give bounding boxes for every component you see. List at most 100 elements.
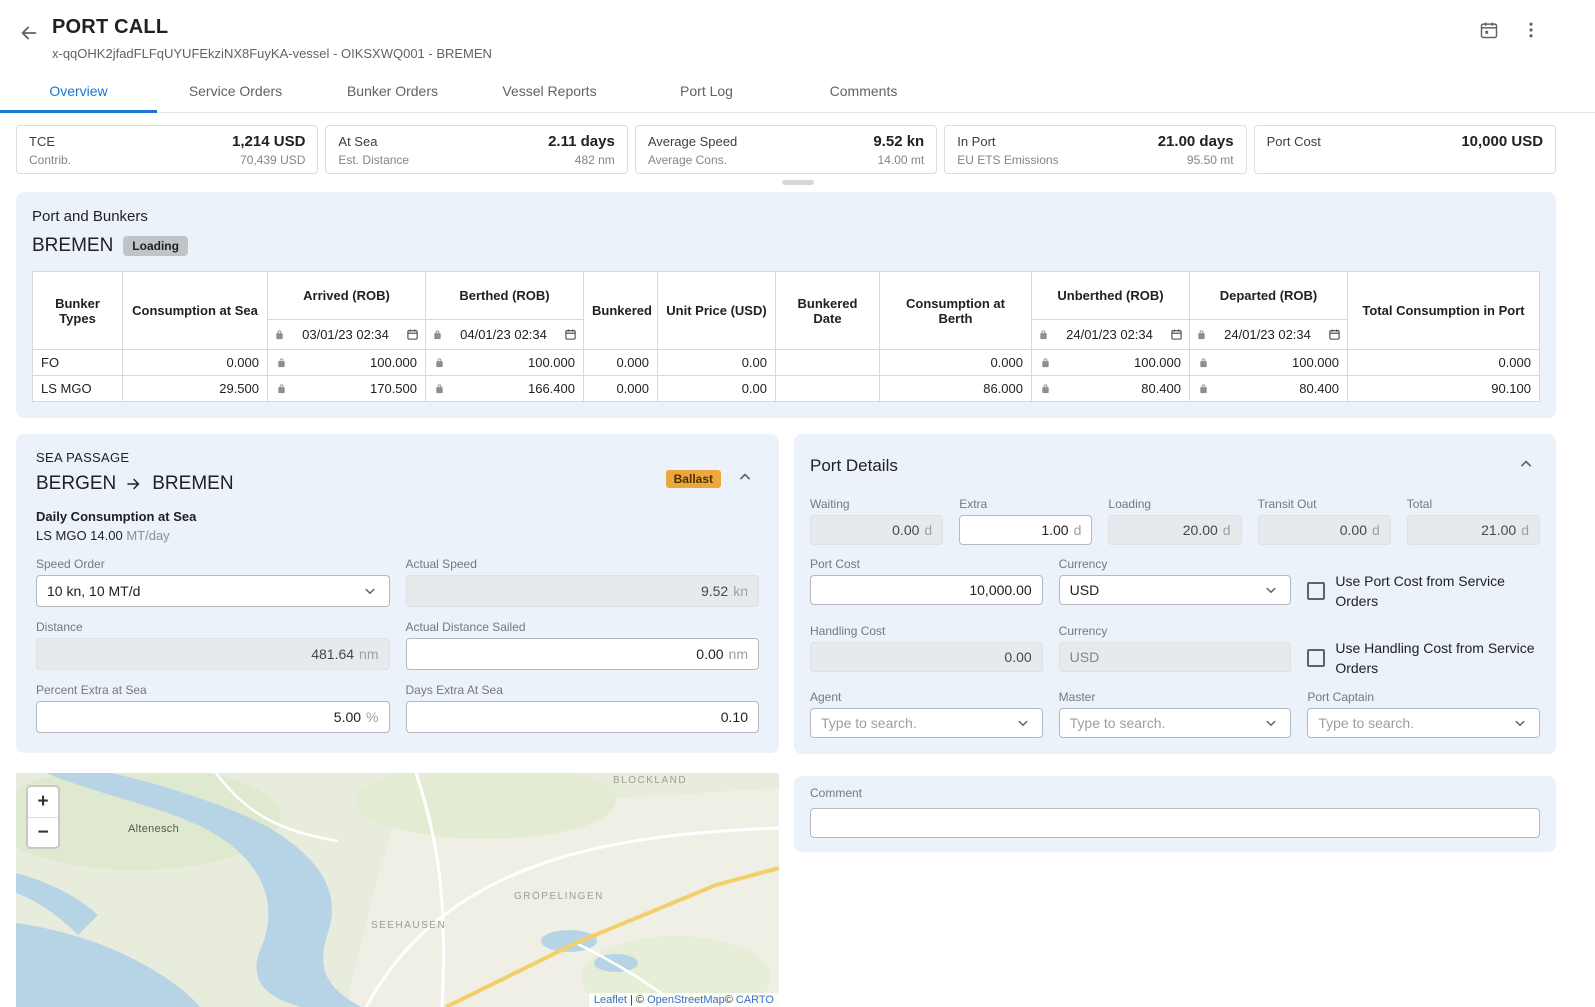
tab-bar: Overview Service Orders Bunker Orders Ve…: [0, 71, 1595, 113]
unberthed-rob-cell[interactable]: 80.400: [1032, 376, 1190, 402]
lock-icon[interactable]: [1198, 357, 1209, 368]
arrived-rob-cell[interactable]: 170.500: [268, 376, 426, 402]
cell-value: 80.400: [1299, 381, 1339, 396]
leaflet-link[interactable]: Leaflet: [594, 994, 627, 1006]
berthed-date: 04/01/23 02:34: [447, 327, 560, 342]
collapse-port-details-button[interactable]: [1512, 450, 1540, 481]
calendar-button[interactable]: [1475, 16, 1503, 47]
port-details-section: Port Details Waiting 0.00d Extra 1.00d L…: [794, 434, 1556, 754]
waiting-field: Waiting 0.00d: [810, 497, 943, 545]
lock-icon[interactable]: [1040, 383, 1051, 394]
bunkered-date-cell[interactable]: [776, 350, 880, 376]
agent-select[interactable]: [810, 708, 1043, 738]
col-bunkered-date: Bunkered Date: [776, 272, 880, 350]
total-consumption-cell[interactable]: 0.000: [1348, 350, 1540, 376]
berthed-rob-cell[interactable]: 100.000: [426, 350, 584, 376]
agent-search-input[interactable]: [821, 715, 1014, 731]
use-port-cost-checkbox[interactable]: [1307, 582, 1325, 600]
unit-price-cell[interactable]: 0.00: [658, 350, 776, 376]
consumption-at-berth-cell[interactable]: 0.000: [880, 350, 1032, 376]
use-handling-cost-checkbox[interactable]: [1307, 649, 1325, 667]
kpi-subvalue: 95.50 mt: [1187, 153, 1234, 167]
actual-distance-sailed-input[interactable]: 0.00nm: [406, 638, 760, 670]
lock-icon[interactable]: [434, 383, 445, 394]
unberthed-date-picker[interactable]: 24/01/23 02:34: [1038, 327, 1183, 342]
tab-port-log[interactable]: Port Log: [628, 71, 785, 112]
unberthed-rob-cell[interactable]: 100.000: [1032, 350, 1190, 376]
total-consumption-cell[interactable]: 90.100: [1348, 376, 1540, 402]
col-departed-rob: Departed (ROB): [1190, 272, 1348, 320]
handling-cost-currency-select: USD: [1059, 642, 1292, 672]
bunkered-cell[interactable]: 0.000: [584, 350, 658, 376]
port-cost-currency-field: Currency USD: [1059, 557, 1292, 612]
table-row-ls-mgo: LS MGO 29.500 170.500 166.400 0.000 0.00…: [33, 376, 1540, 402]
port-captain-search-input[interactable]: [1318, 715, 1511, 731]
arrived-rob-cell[interactable]: 100.000: [268, 350, 426, 376]
days-extra-at-sea-input[interactable]: 0.10: [406, 701, 760, 733]
port-cost-currency-select[interactable]: USD: [1059, 575, 1292, 605]
lock-icon[interactable]: [434, 357, 445, 368]
bunkered-cell[interactable]: 0.000: [584, 376, 658, 402]
handling-cost-input: 0.00: [810, 642, 1043, 672]
use-port-cost-checkbox-row[interactable]: Use Port Cost from Service Orders: [1307, 557, 1540, 612]
consumption-at-berth-cell[interactable]: 86.000: [880, 376, 1032, 402]
zoom-out-button[interactable]: −: [28, 817, 58, 847]
lock-icon[interactable]: [1038, 329, 1049, 340]
lock-icon[interactable]: [1196, 329, 1207, 340]
extra-input[interactable]: 1.00d: [959, 515, 1092, 545]
port-cost-input[interactable]: 10,000.00: [810, 575, 1043, 605]
map[interactable]: BLOCKLAND Altenesch GRÖPELINGEN SEEHAUSE…: [16, 773, 779, 1007]
calendar-icon: [1479, 20, 1499, 43]
tab-vessel-reports[interactable]: Vessel Reports: [471, 71, 628, 112]
consumption-at-sea-cell[interactable]: 0.000: [123, 350, 268, 376]
calendar-icon[interactable]: [564, 328, 577, 341]
carto-link[interactable]: CARTO: [736, 994, 774, 1006]
port-and-bunkers-section: Port and Bunkers BREMEN Loading Bunker T…: [16, 192, 1556, 418]
arrived-date-picker[interactable]: 03/01/23 02:34: [274, 327, 419, 342]
zoom-in-button[interactable]: +: [28, 787, 58, 817]
openstreetmap-link[interactable]: OpenStreetMap: [647, 994, 725, 1006]
col-unit-price: Unit Price (USD): [658, 272, 776, 350]
map-label-altenesch: Altenesch: [128, 823, 179, 835]
use-handling-cost-checkbox-row[interactable]: Use Handling Cost from Service Orders: [1307, 624, 1540, 679]
master-search-input[interactable]: [1070, 715, 1263, 731]
lock-icon[interactable]: [1040, 357, 1051, 368]
departed-rob-cell[interactable]: 80.400: [1190, 376, 1348, 402]
calendar-icon[interactable]: [1170, 328, 1183, 341]
lock-icon[interactable]: [432, 329, 443, 340]
lock-icon[interactable]: [274, 329, 285, 340]
tab-bunker-orders[interactable]: Bunker Orders: [314, 71, 471, 112]
kpi-collapse-handle[interactable]: [782, 180, 814, 185]
bunkered-date-cell[interactable]: [776, 376, 880, 402]
port-captain-field: Port Captain: [1307, 690, 1540, 738]
departed-date-picker[interactable]: 24/01/23 02:34: [1196, 327, 1341, 342]
chevron-up-icon: [1516, 454, 1536, 477]
departed-rob-cell[interactable]: 100.000: [1190, 350, 1348, 376]
lock-icon[interactable]: [1198, 383, 1209, 394]
calendar-icon[interactable]: [406, 328, 419, 341]
calendar-icon[interactable]: [1328, 328, 1341, 341]
more-options-button[interactable]: [1517, 16, 1545, 47]
map-label-seehausen: SEEHAUSEN: [371, 920, 446, 931]
col-consumption-at-sea: Consumption at Sea: [123, 272, 268, 350]
col-bunker-types: Bunker Types: [33, 272, 123, 350]
back-button[interactable]: [14, 18, 44, 51]
tab-overview[interactable]: Overview: [0, 71, 157, 112]
tab-service-orders[interactable]: Service Orders: [157, 71, 314, 112]
lock-icon[interactable]: [276, 383, 287, 394]
speed-order-select[interactable]: 10 kn, 10 MT/d: [36, 575, 390, 607]
berthed-rob-cell[interactable]: 166.400: [426, 376, 584, 402]
port-details-title: Port Details: [810, 456, 898, 476]
unit-price-cell[interactable]: 0.00: [658, 376, 776, 402]
berthed-date-picker[interactable]: 04/01/23 02:34: [432, 327, 577, 342]
port-captain-select[interactable]: [1307, 708, 1540, 738]
lock-icon[interactable]: [276, 357, 287, 368]
consumption-at-sea-cell[interactable]: 29.500: [123, 376, 268, 402]
tab-comments[interactable]: Comments: [785, 71, 942, 112]
kebab-menu-icon: [1521, 20, 1541, 43]
master-select[interactable]: [1059, 708, 1292, 738]
percent-extra-at-sea-input[interactable]: 5.00%: [36, 701, 390, 733]
collapse-sea-passage-button[interactable]: [731, 463, 759, 494]
comment-input[interactable]: [810, 808, 1540, 838]
bunkers-table: Bunker Types Consumption at Sea Arrived …: [32, 271, 1540, 402]
